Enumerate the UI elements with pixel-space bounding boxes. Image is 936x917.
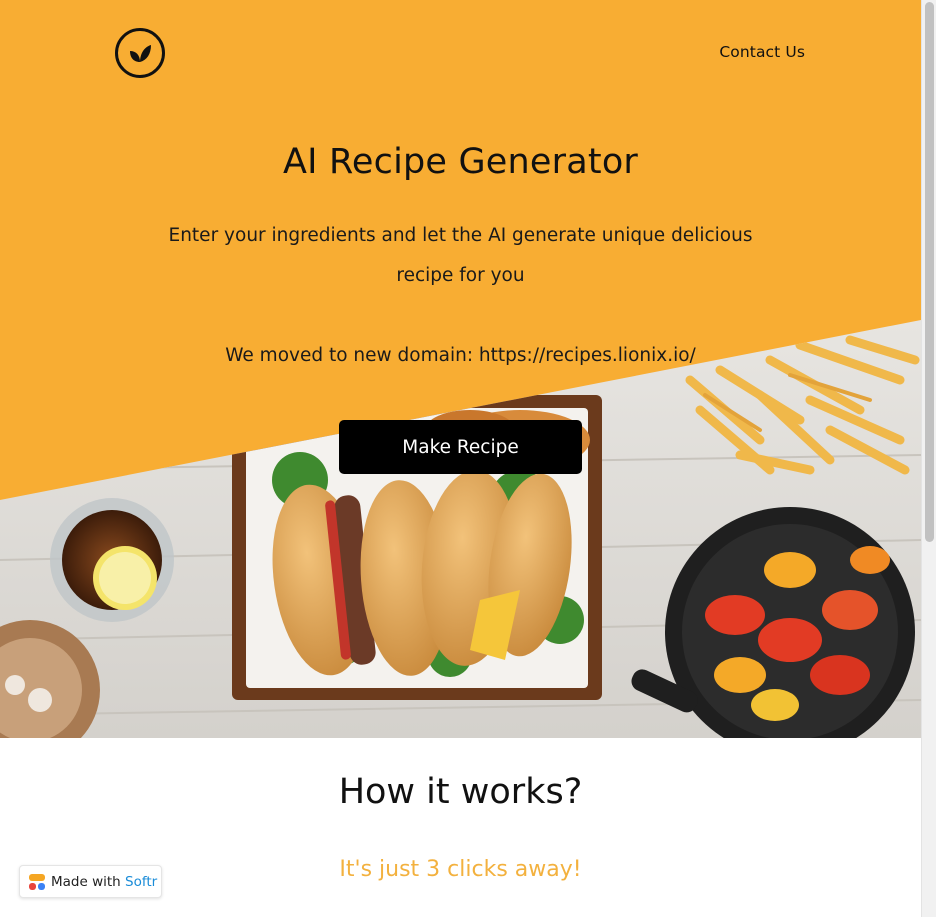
hero-section: Contact Us AI Recipe Generator Enter you… — [0, 0, 921, 738]
make-recipe-button[interactable]: Make Recipe — [339, 420, 582, 474]
badge-made-with-text: Made with — [51, 874, 121, 890]
top-nav: Contact Us — [0, 0, 921, 106]
contact-us-link[interactable]: Contact Us — [719, 43, 805, 61]
made-with-softr-badge[interactable]: Made with Softr — [19, 865, 162, 898]
page-viewport: Contact Us AI Recipe Generator Enter you… — [0, 0, 921, 917]
softr-logo-icon — [29, 874, 45, 890]
domain-notice: We moved to new domain: https://recipes.… — [225, 345, 696, 366]
badge-brand-text: Softr — [125, 874, 158, 890]
vertical-scrollbar[interactable] — [921, 0, 936, 917]
how-it-works-title: How it works? — [338, 772, 583, 812]
page-title: AI Recipe Generator — [282, 142, 639, 182]
hero-subtitle: Enter your ingredients and let the AI ge… — [168, 225, 753, 286]
scrollbar-thumb[interactable] — [925, 2, 934, 542]
leaf-icon[interactable] — [115, 28, 165, 78]
